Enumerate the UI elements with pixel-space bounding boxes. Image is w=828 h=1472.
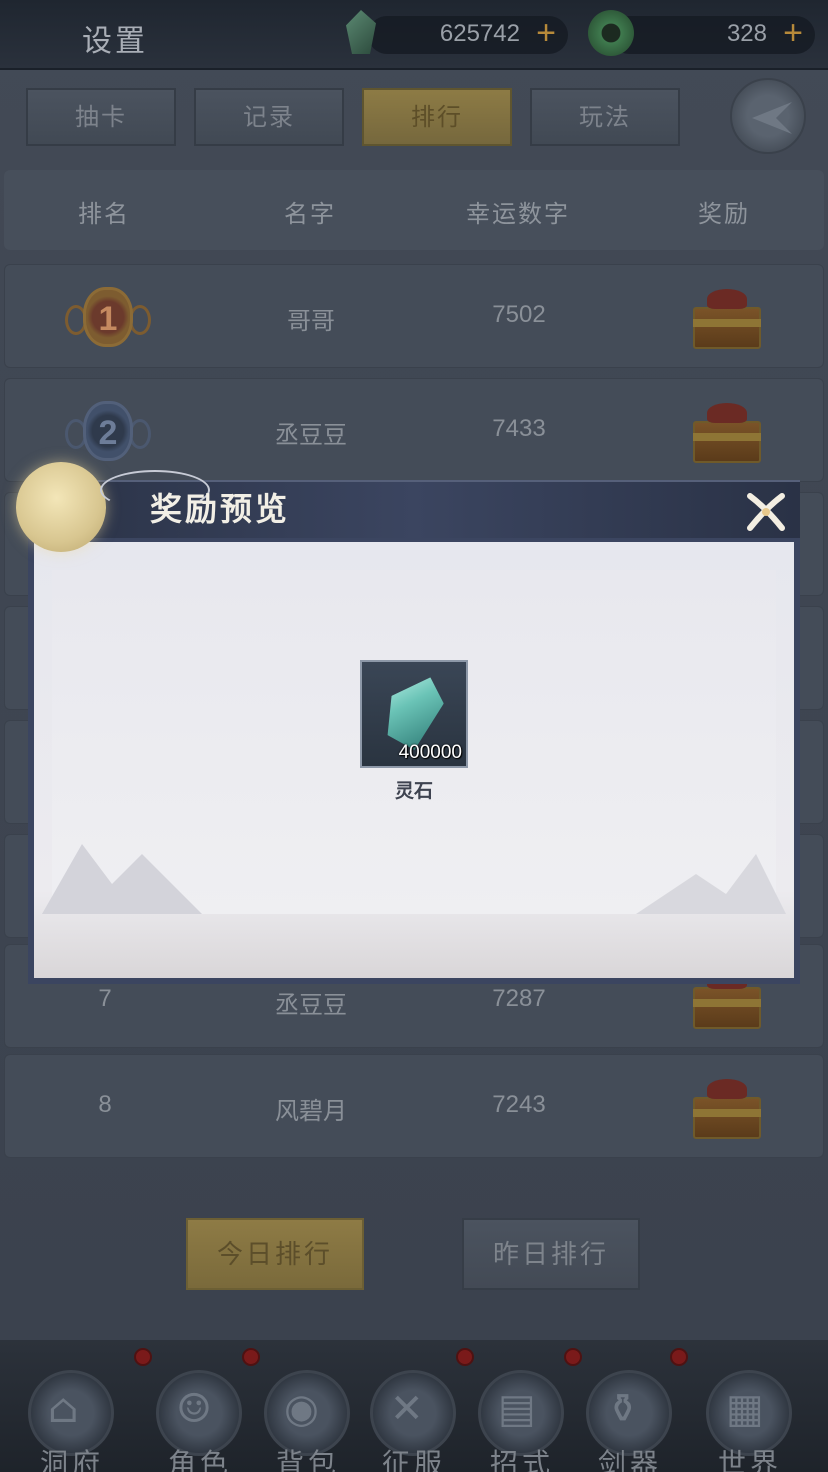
tab-draw[interactable]: 抽卡 (26, 88, 176, 146)
back-arrow-icon (752, 102, 792, 134)
nav-label: 角色 (167, 1447, 232, 1472)
pavilion-icon: ⌂ (48, 1386, 79, 1432)
nav-bag[interactable]: ◉ 背包 (258, 1370, 358, 1472)
lucky-number: 7243 (492, 1091, 546, 1118)
moon-decoration (16, 462, 106, 552)
tab-records[interactable]: 记录 (194, 88, 344, 146)
settings-title[interactable]: 设置 (82, 16, 148, 60)
silver-medal-icon: 2 (65, 393, 151, 469)
lucky-number: 7433 (492, 415, 546, 442)
close-button[interactable] (740, 486, 792, 538)
jade-value: 328 (726, 20, 767, 47)
notification-dot (670, 1348, 688, 1366)
spirit-stone-counter: 625742 + (368, 14, 568, 54)
mountain-decoration (42, 844, 202, 914)
jade-icon (588, 10, 634, 56)
mountain-decoration (636, 854, 786, 914)
ranking-screen: 设置 625742 + 328 + 抽卡 记录 排行 玩法 排名 名字 幸运数字… (0, 0, 828, 1472)
reward-chest-icon[interactable] (689, 399, 765, 465)
nav-cave[interactable]: ⌂ 洞府 (22, 1370, 122, 1472)
reward-chest-icon[interactable] (689, 1075, 765, 1141)
spirit-stone-value: 625742 (439, 20, 520, 47)
nav-character[interactable]: ☺ 角色 (150, 1370, 250, 1472)
table-row: 8 风碧月 7243 (4, 1054, 824, 1158)
weapon-icon: ⚱ (606, 1386, 640, 1432)
reward-item-slot[interactable]: 400000 (360, 660, 468, 768)
top-bar: 设置 625742 + 328 + (0, 0, 828, 70)
nav-weapon[interactable]: ⚱ 剑器 (580, 1370, 680, 1472)
rank-number: 1 (83, 287, 133, 347)
bottom-nav: ⌂ 洞府 ☺ 角色 ◉ 背包 ✕ 征服 ▤ 招式 ⚱ 剑器 ▦ 世界 (0, 1340, 828, 1472)
reward-preview-title: 奖励预览 (150, 490, 291, 528)
rank-number: 8 (98, 1091, 112, 1118)
notification-dot (456, 1348, 474, 1366)
reward-chest-icon[interactable] (689, 285, 765, 351)
scroll-book-icon: ▤ (498, 1386, 536, 1432)
player-name: 丞豆豆 (275, 991, 347, 1019)
nav-label: 招式 (489, 1447, 554, 1472)
tab-ranking[interactable]: 排行 (362, 88, 512, 146)
nav-label: 世界 (717, 1447, 782, 1472)
character-icon: ☺ (176, 1386, 212, 1432)
nav-label: 征服 (381, 1447, 446, 1472)
add-jade-button[interactable]: + (783, 14, 803, 53)
rank-number: 7 (98, 985, 112, 1012)
header-lucky-number: 幸运数字 (466, 200, 570, 228)
table-row: 1 哥哥 7502 (4, 264, 824, 368)
nav-skills[interactable]: ▤ 招式 (472, 1370, 572, 1472)
spirit-stone-icon (346, 10, 376, 54)
yesterday-ranking-button[interactable]: 昨日排行 (462, 1218, 640, 1290)
reward-quantity: 400000 (398, 742, 462, 763)
reward-item-name: 灵石 (394, 780, 433, 802)
crossed-swords-icon: ✕ (390, 1386, 424, 1432)
nav-conquer[interactable]: ✕ 征服 (364, 1370, 464, 1472)
nav-label: 洞府 (39, 1447, 104, 1472)
close-icon (747, 493, 785, 531)
world-map-icon: ▦ (726, 1386, 764, 1432)
gold-medal-icon: 1 (65, 279, 151, 355)
today-ranking-button[interactable]: 今日排行 (186, 1218, 364, 1290)
lucky-number: 7502 (492, 301, 546, 328)
lucky-number: 7287 (492, 985, 546, 1012)
player-name: 丞豆豆 (275, 421, 347, 449)
nav-label: 背包 (275, 1447, 340, 1472)
header-name: 名字 (284, 200, 336, 228)
table-row: 2 丞豆豆 7433 (4, 378, 824, 482)
ranking-table-header: 排名 名字 幸运数字 奖励 (4, 170, 824, 250)
nav-label: 剑器 (597, 1447, 662, 1472)
player-name: 哥哥 (287, 307, 335, 335)
add-spirit-stone-button[interactable]: + (536, 14, 556, 53)
header-reward: 奖励 (698, 200, 750, 228)
back-button[interactable] (730, 78, 806, 154)
bag-icon: ◉ (284, 1386, 319, 1432)
notification-dot (242, 1348, 260, 1366)
notification-dot (134, 1348, 152, 1366)
tab-gameplay[interactable]: 玩法 (530, 88, 680, 146)
jade-counter: 328 + (610, 14, 815, 54)
rank-number: 2 (83, 401, 133, 461)
player-name: 风碧月 (275, 1097, 347, 1125)
nav-world[interactable]: ▦ 世界 (700, 1370, 800, 1472)
header-rank: 排名 (78, 200, 130, 228)
notification-dot (564, 1348, 582, 1366)
